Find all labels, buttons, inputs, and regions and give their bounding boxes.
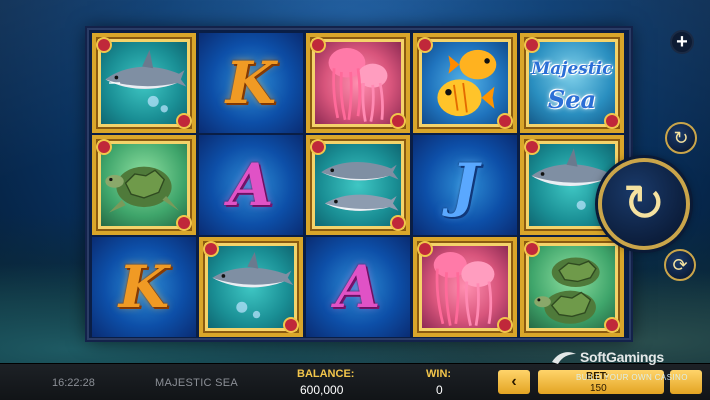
symbol-logo: Majestic Sea — [520, 33, 624, 133]
symbol-j: J — [413, 135, 517, 235]
win-value: 0 — [436, 383, 443, 397]
tropical-fish-icon — [437, 49, 497, 117]
symbol-shark — [92, 33, 196, 133]
turbo-icon: ⟳ — [672, 254, 688, 275]
shark-icon — [105, 49, 187, 113]
symbol-fish — [413, 33, 517, 133]
balance-label: BALANCE: — [297, 368, 355, 380]
balance-value: 600,000 — [300, 383, 344, 397]
autoplay-button[interactable]: ↻ — [665, 122, 697, 154]
autoplay-icon: ↻ — [673, 127, 689, 148]
win-label: WIN: — [426, 368, 452, 380]
symbol-a: A — [199, 135, 303, 235]
game-title: MAJESTIC SEA — [155, 377, 239, 389]
chevron-left-icon: ‹ — [511, 373, 517, 390]
reels-grid: K Majestic Sea A J K A — [92, 33, 624, 337]
plus-icon: + — [676, 30, 688, 53]
symbol-a: A — [306, 237, 410, 337]
symbol-turtle — [520, 237, 624, 337]
letter-k: K — [118, 253, 170, 321]
shark-icon — [212, 252, 294, 319]
symbol-k: K — [92, 237, 196, 337]
bet-decrease-button[interactable]: ‹ — [498, 370, 530, 394]
symbol-k: K — [199, 33, 303, 133]
reels-frame: K Majestic Sea A J K A — [87, 28, 631, 340]
spin-icon: ↻ — [622, 175, 666, 233]
jellyfish-icon — [433, 252, 495, 326]
bet-value: 150 — [590, 383, 607, 394]
turbo-button[interactable]: ⟳ — [664, 249, 696, 281]
symbol-turtle — [92, 135, 196, 235]
symbol-jellyfish — [306, 33, 410, 133]
game-logo-line1: Majestic — [531, 59, 613, 79]
menu-plus-button[interactable]: + — [670, 30, 694, 54]
symbol-shark — [306, 135, 410, 235]
watermark-brand: SoftGamings — [580, 349, 664, 365]
letter-j: J — [451, 151, 479, 219]
letter-a: A — [228, 151, 274, 219]
jellyfish-icon — [328, 48, 388, 122]
symbol-jellyfish — [413, 237, 517, 337]
watermark-tagline: BUILD YOUR OWN CASINO — [576, 373, 688, 382]
softgamings-logo-icon — [552, 352, 576, 364]
shark-icon — [321, 161, 399, 211]
letter-a: A — [335, 253, 381, 321]
spin-button[interactable]: ↻ — [598, 158, 690, 250]
game-logo-line2: Sea — [547, 85, 597, 114]
clock-time: 16:22:28 — [52, 377, 95, 389]
turtle-icon — [105, 166, 179, 213]
letter-k: K — [225, 49, 277, 117]
symbol-shark — [199, 237, 303, 337]
turtle-icon — [534, 257, 600, 324]
